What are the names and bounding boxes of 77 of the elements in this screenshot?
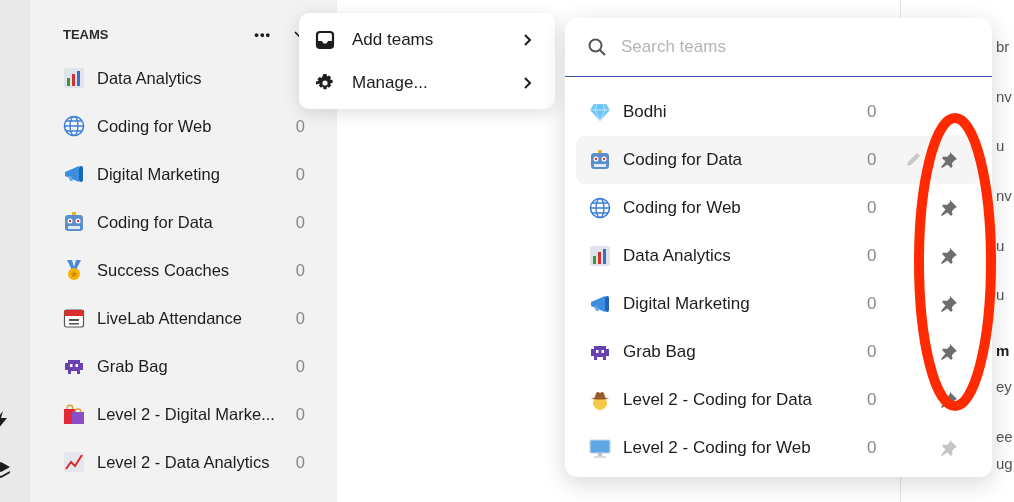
team-name: Data Analytics <box>623 246 732 266</box>
team-count: 0 <box>867 246 878 266</box>
pin-icon[interactable] <box>940 247 958 265</box>
team-count: 0 <box>867 102 878 122</box>
pin-icon[interactable] <box>940 199 958 217</box>
message-text: m <box>996 341 1011 362</box>
team-name[interactable]: Coding for Web <box>97 116 296 136</box>
team-count: 0 <box>867 390 878 410</box>
team-name: Level 2 - Coding for Web <box>623 438 812 458</box>
robot-icon <box>63 211 85 233</box>
team-row[interactable]: Level 2 - Coding for Web 0 <box>576 424 981 472</box>
megaphone-icon <box>589 293 611 315</box>
message-text: ey <box>996 376 1013 397</box>
team-count: 0 <box>867 342 878 362</box>
team-row[interactable]: Bodhi 0 <box>576 88 981 136</box>
team-count: 0 <box>295 356 305 376</box>
message-text: u <box>996 136 1006 157</box>
diamond-icon <box>589 101 611 123</box>
team-name: Grab Bag <box>623 342 697 362</box>
pin-icon[interactable] <box>940 343 958 361</box>
search-icon <box>588 38 606 56</box>
monitor-icon <box>589 437 611 459</box>
more-button[interactable]: ••• <box>254 26 271 42</box>
team-count: 0 <box>295 212 305 232</box>
team-row[interactable]: Digital Marketing 0 <box>576 280 981 328</box>
team-count: 0 <box>295 452 305 472</box>
team-name: Bodhi <box>623 102 668 122</box>
team-name[interactable]: Level 2 - Data Analytics <box>97 452 296 472</box>
team-count: 0 <box>295 404 305 424</box>
globe-icon <box>63 115 85 137</box>
team-count: 0 <box>867 198 878 218</box>
calendar-icon <box>63 307 85 329</box>
team-name: Coding for Data <box>623 150 744 170</box>
team-count: 0 <box>867 294 878 314</box>
globe-icon <box>589 197 611 219</box>
team-count: 0 <box>867 438 878 458</box>
team-name[interactable]: Digital Marketing <box>97 164 296 184</box>
team-row[interactable]: Coding for Web 0 <box>576 184 981 232</box>
team-count: 0 <box>295 164 305 184</box>
team-name: Level 2 - Coding for Data <box>623 390 813 410</box>
team-row[interactable]: Coding for Data 0 <box>576 136 981 184</box>
chevron-right-icon <box>523 32 533 47</box>
tray-icon <box>315 29 335 50</box>
bar-chart-icon <box>63 67 85 89</box>
message-text: u <box>996 235 1006 256</box>
menu-item[interactable]: Add teams <box>299 18 555 61</box>
team-count: 0 <box>867 150 878 170</box>
message-text: nv <box>996 86 1013 107</box>
message-text: ug <box>996 454 1014 475</box>
message-text: nv <box>996 186 1013 206</box>
team-name: Coding for Web <box>623 198 742 218</box>
chevron-right-icon <box>523 75 533 90</box>
message-text: ee <box>996 427 1014 448</box>
pin-icon[interactable] <box>940 295 958 313</box>
section-title: TEAMS <box>63 26 110 42</box>
team-count: 0 <box>295 308 305 328</box>
team-name[interactable]: Level 2 - Digital Marke... <box>97 404 296 424</box>
pin-icon[interactable] <box>940 151 958 169</box>
team-name: Digital Marketing <box>623 294 751 314</box>
cowboy-hat-figure-icon <box>589 389 611 411</box>
robot-icon <box>589 149 611 171</box>
bar-chart-icon <box>589 245 611 267</box>
line-chart-icon <box>63 451 85 473</box>
megaphone-icon <box>63 163 85 185</box>
team-count: 0 <box>295 260 305 280</box>
shopping-bags-icon <box>63 403 85 425</box>
team-count: 0 <box>295 116 305 136</box>
team-name[interactable]: LiveLab Attendance <box>97 308 296 328</box>
menu-item[interactable]: Manage... <box>299 61 555 104</box>
team-name[interactable]: Grab Bag <box>97 356 296 376</box>
team-row[interactable]: Grab Bag 0 <box>576 328 981 376</box>
team-row[interactable]: Data Analytics 0 <box>576 232 981 280</box>
team-name[interactable]: Coding for Data <box>97 212 296 232</box>
team-name[interactable]: Success Coaches <box>97 260 296 280</box>
message-text: u <box>996 285 1006 306</box>
search-field[interactable]: Search teams <box>619 36 923 58</box>
message-text: br <box>996 37 1011 57</box>
